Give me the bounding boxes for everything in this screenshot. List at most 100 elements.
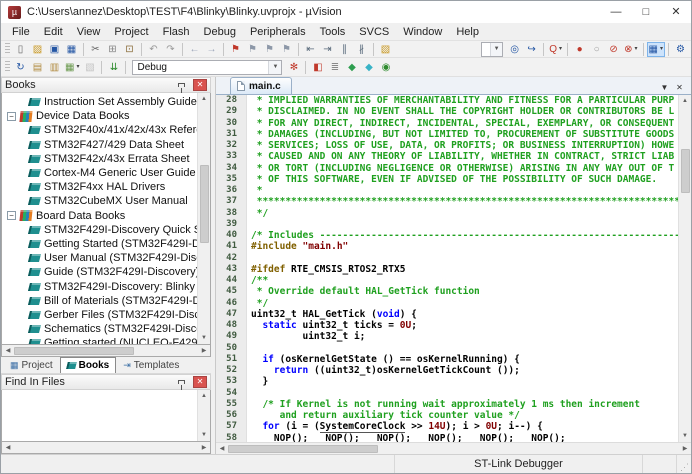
- manage-components-icon[interactable]: ◧: [309, 60, 326, 75]
- tree-item[interactable]: Bill of Materials (STM32F429I-Disco: [2, 294, 197, 308]
- scroll-right-icon[interactable]: ▶: [198, 345, 210, 357]
- fif-horizontal-scrollbar[interactable]: ◀ ▶: [1, 442, 211, 454]
- download-load-icon[interactable]: ⇊: [105, 60, 122, 75]
- scroll-thumb[interactable]: [228, 445, 378, 453]
- tree-item[interactable]: STM32CubeMX User Manual: [2, 194, 197, 208]
- chevron-down-icon[interactable]: ▾: [76, 60, 79, 75]
- menu-project[interactable]: Project: [107, 25, 155, 39]
- chevron-down-icon[interactable]: ▾: [660, 42, 663, 57]
- comment-icon[interactable]: ∥: [336, 42, 353, 57]
- menu-edit[interactable]: Edit: [37, 25, 70, 39]
- tree-item[interactable]: STM32F4xx HAL Drivers: [2, 180, 197, 194]
- tree-item[interactable]: STM32F42x/43x Errata Sheet: [2, 152, 197, 166]
- chevron-down-icon[interactable]: ▼: [268, 61, 281, 74]
- pack-installer-icon[interactable]: ◉: [377, 60, 394, 75]
- scroll-left-icon[interactable]: ◀: [216, 443, 228, 455]
- tab-templates[interactable]: ⇥Templates: [116, 357, 186, 373]
- unindent-icon[interactable]: ⇤: [302, 42, 319, 57]
- menu-peripherals[interactable]: Peripherals: [243, 25, 313, 39]
- navigate-forward-icon[interactable]: →: [203, 42, 220, 57]
- enable-breakpoint-icon[interactable]: ○: [588, 42, 605, 57]
- build-icon[interactable]: ▤: [29, 60, 46, 75]
- tab-list-dropdown-icon[interactable]: ▼: [657, 80, 672, 94]
- bookmark-prev-icon[interactable]: ⚑: [244, 42, 261, 57]
- chevron-down-icon[interactable]: ▾: [559, 42, 562, 57]
- menu-file[interactable]: File: [5, 25, 37, 39]
- fif-vertical-scrollbar[interactable]: ▲ ▼: [197, 390, 210, 441]
- resize-grip[interactable]: ⋰: [677, 455, 691, 473]
- save-all-icon[interactable]: ▦: [63, 42, 80, 57]
- tree-item[interactable]: −Board Data Books: [2, 209, 197, 223]
- tree-item[interactable]: Guide (STM32F429I-Discovery): [2, 265, 197, 279]
- cut-icon[interactable]: ✂: [87, 42, 104, 57]
- tree-item[interactable]: STM32F429I-Discovery: Blinky Lab: [2, 279, 197, 293]
- menu-flash[interactable]: Flash: [156, 25, 197, 39]
- menu-view[interactable]: View: [70, 25, 108, 39]
- menu-svcs[interactable]: SVCS: [352, 25, 396, 39]
- tree-item[interactable]: Cortex-M4 Generic User Guide: [2, 166, 197, 180]
- tab-books[interactable]: Books: [60, 357, 117, 373]
- chevron-down-icon[interactable]: ▾: [635, 42, 638, 57]
- tab-close-icon[interactable]: ✕: [672, 80, 687, 94]
- stop-build-icon[interactable]: ▧: [81, 60, 98, 75]
- configuration-wrench-icon[interactable]: ⚙: [672, 42, 689, 57]
- code-viewport[interactable]: 28 * IMPLIED WARRANTIES OF MERCHANTABILI…: [216, 95, 678, 442]
- manage-rte-icon[interactable]: ◆: [343, 60, 360, 75]
- tab-main-c[interactable]: main.c: [230, 77, 292, 94]
- quick-search-icon[interactable]: Q▾: [547, 42, 564, 57]
- scroll-thumb[interactable]: [681, 149, 690, 193]
- file-extensions-icon[interactable]: ≣: [326, 60, 343, 75]
- tree-item[interactable]: STM32F427/429 Data Sheet: [2, 138, 197, 152]
- scroll-up-icon[interactable]: ▲: [679, 95, 691, 107]
- tree-item[interactable]: Getting started (NUCLEO-F429ZI): [2, 336, 197, 344]
- tree-item[interactable]: STM32F40x/41x/42x/43x Reference: [2, 123, 197, 137]
- tree-item[interactable]: STM32F429I-Discovery Quick Start: [2, 223, 197, 237]
- books-vertical-scrollbar[interactable]: ▲ ▼: [197, 93, 210, 344]
- find-in-files-results[interactable]: [2, 390, 197, 441]
- pin-icon[interactable]: [178, 83, 185, 87]
- insert-breakpoint-icon[interactable]: ●: [571, 42, 588, 57]
- scroll-up-icon[interactable]: ▲: [198, 93, 210, 105]
- scroll-right-icon[interactable]: ▶: [198, 442, 210, 454]
- close-button[interactable]: ✕: [661, 2, 691, 23]
- open-folder-icon[interactable]: ▨: [29, 42, 46, 57]
- tree-item[interactable]: Getting Started (STM32F429I-Disco: [2, 237, 197, 251]
- batch-build-icon[interactable]: ▦▾: [63, 60, 81, 75]
- indent-icon[interactable]: ⇥: [319, 42, 336, 57]
- redo-icon[interactable]: ↷: [162, 42, 179, 57]
- menu-tools[interactable]: Tools: [313, 25, 353, 39]
- bookmark-toggle-icon[interactable]: ⚑: [227, 42, 244, 57]
- new-file-icon[interactable]: ▯: [12, 42, 29, 57]
- tab-project[interactable]: ▦Project: [3, 357, 60, 373]
- expander-minus-icon[interactable]: −: [7, 211, 16, 220]
- target-options-icon[interactable]: ✻: [285, 60, 302, 75]
- scroll-down-icon[interactable]: ▼: [198, 332, 210, 344]
- bookmark-clear-icon[interactable]: ⚑: [278, 42, 295, 57]
- books-horizontal-scrollbar[interactable]: ◀ ▶: [1, 345, 211, 357]
- rebuild-icon[interactable]: ▥: [46, 60, 63, 75]
- tree-item[interactable]: Schematics (STM32F429I-Discovery: [2, 322, 197, 336]
- translate-icon[interactable]: ↻: [12, 60, 29, 75]
- find-icon[interactable]: ◎: [506, 42, 523, 57]
- scroll-left-icon[interactable]: ◀: [2, 442, 14, 454]
- menu-help[interactable]: Help: [449, 25, 486, 39]
- bookmark-next-icon[interactable]: ⚑: [261, 42, 278, 57]
- copy-icon[interactable]: ⊞: [104, 42, 121, 57]
- expander-minus-icon[interactable]: −: [7, 112, 16, 121]
- editor-vertical-scrollbar[interactable]: ▲ ▼: [678, 95, 691, 442]
- scroll-right-icon[interactable]: ▶: [679, 443, 691, 455]
- disable-all-breakpoints-icon[interactable]: ⊘: [605, 42, 622, 57]
- menu-window[interactable]: Window: [396, 25, 449, 39]
- scroll-left-icon[interactable]: ◀: [2, 345, 14, 357]
- books-close-icon[interactable]: ✕: [193, 79, 207, 91]
- select-packs-icon[interactable]: ◆: [360, 60, 377, 75]
- tree-item[interactable]: Instruction Set Assembly Guide Arm: [2, 95, 197, 109]
- find-in-files-icon[interactable]: ▧: [377, 42, 394, 57]
- search-combo[interactable]: ▼: [481, 42, 503, 57]
- incremental-find-icon[interactable]: ↪: [523, 42, 540, 57]
- minimize-button[interactable]: —: [601, 2, 631, 23]
- paste-icon[interactable]: ⊡: [121, 42, 138, 57]
- scroll-thumb[interactable]: [14, 347, 134, 355]
- tree-item[interactable]: User Manual (STM32F429I-Discove: [2, 251, 197, 265]
- debug-views-icon[interactable]: ▦▾: [647, 42, 665, 57]
